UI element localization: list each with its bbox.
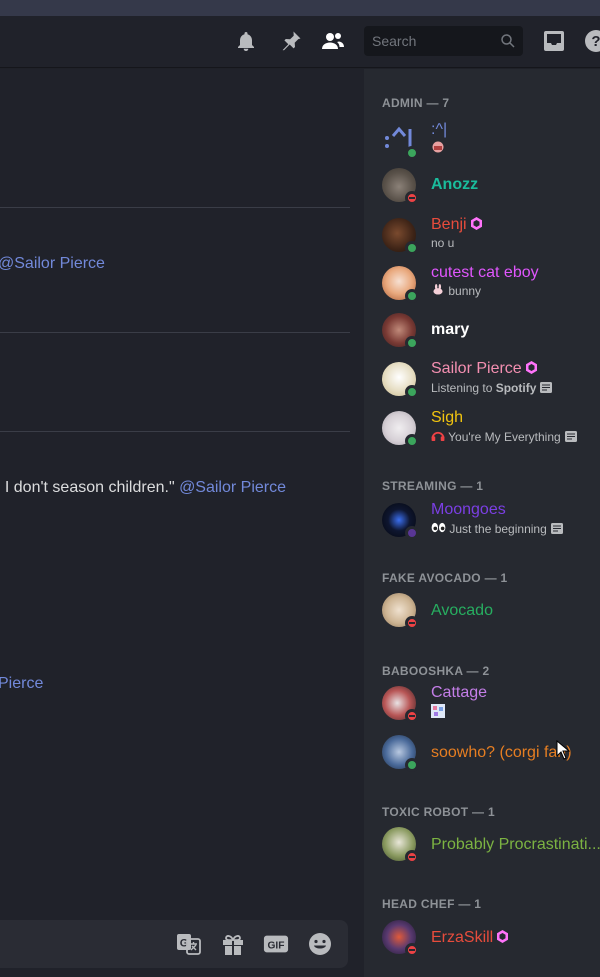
message-line: Pierce <box>0 675 43 693</box>
member-name: Sailor Pierce <box>431 360 522 377</box>
gift-icon[interactable] <box>220 932 246 956</box>
svg-text:?: ? <box>591 33 600 50</box>
section-title: STREAMING — 1 <box>382 479 484 493</box>
search-icon[interactable] <box>499 32 517 50</box>
gif-label: GIF <box>267 941 284 952</box>
message-composer[interactable]: G GIF <box>0 920 348 968</box>
status-online <box>405 336 419 350</box>
member-item[interactable]: Sailor Pierce Listening to Spotify <box>382 358 600 402</box>
member-activity: no u <box>431 236 455 250</box>
status-online <box>405 758 419 772</box>
member-item[interactable]: Sigh You're My Everything <box>382 407 600 451</box>
status-online <box>405 434 419 448</box>
member-item[interactable]: Benji no u <box>382 214 600 258</box>
member-item[interactable]: Avocado <box>382 589 600 633</box>
custom-status-icon <box>431 141 445 156</box>
member-name: Benji <box>431 216 467 233</box>
member-name: soowho? (corgi fan) <box>431 744 572 761</box>
member-name: Moongoes <box>431 501 506 518</box>
member-activity: bunny <box>448 284 482 298</box>
member-name: Sigh <box>431 409 464 426</box>
member-name: ErzaSkill <box>431 929 494 946</box>
server-boost-icon <box>470 217 482 230</box>
member-activity-row: Listening to Spotify <box>431 381 553 395</box>
message-divider <box>0 332 350 333</box>
member-activity-row: You're My Everything <box>431 430 577 444</box>
section-title: ADMIN — 7 <box>382 96 450 110</box>
member-activity: Just the beginning <box>449 522 547 536</box>
section-title: TOXIC ROBOT — 1 <box>382 805 495 819</box>
section-title: HEAD CHEF — 1 <box>382 897 482 911</box>
window-top-strip <box>0 0 600 16</box>
member-name: Anozz <box>431 176 479 193</box>
translate-icon[interactable]: G <box>176 932 202 956</box>
member-activity-row: Just the beginning <box>431 522 563 536</box>
search-box[interactable] <box>364 26 523 56</box>
message-text: . I don't season children." <box>0 479 180 496</box>
member-name: Avocado <box>431 602 493 619</box>
inbox-icon[interactable] <box>542 29 566 53</box>
server-boost-icon <box>497 930 509 943</box>
member-item[interactable]: Moongoes Just the beginning <box>382 499 600 543</box>
member-name: Probably Procrastinati... <box>431 836 600 853</box>
member-item[interactable]: Anozz <box>382 164 600 208</box>
member-item[interactable]: Probably Procrastinati... <box>382 823 600 867</box>
activity-app: Spotify <box>495 381 537 395</box>
headphones-icon <box>431 431 445 441</box>
status-online <box>405 289 419 303</box>
eyes-icon <box>431 522 446 533</box>
mouse-cursor-icon <box>556 740 570 760</box>
member-name-row: Sailor Pierce <box>431 360 537 378</box>
members-icon[interactable] <box>321 29 345 53</box>
status-dnd <box>405 709 419 723</box>
rich-presence-icon[interactable] <box>540 382 553 393</box>
member-activity-row: bunny <box>431 284 481 298</box>
status-dnd <box>405 850 419 864</box>
bunny-icon <box>433 284 443 295</box>
member-item[interactable]: Cattage <box>382 682 600 726</box>
member-item[interactable]: ErzaSkill <box>382 916 600 960</box>
activity-prefix: Listening to <box>431 381 496 395</box>
status-dnd <box>405 616 419 630</box>
bell-icon[interactable] <box>234 29 258 53</box>
member-item[interactable]: mary <box>382 309 600 353</box>
member-name: Cattage <box>431 684 488 701</box>
message-line: . I don't season children." @Sailor Pier… <box>0 479 286 497</box>
member-item[interactable]: cutest cat eboy bunny <box>382 262 600 306</box>
member-name-row: ErzaSkill <box>431 929 509 947</box>
member-name: mary <box>431 321 470 338</box>
status-dnd <box>405 943 419 957</box>
status-online <box>405 241 419 255</box>
emoji-icon[interactable] <box>307 932 333 956</box>
chat-area: @Sailor Pierce . I don't season children… <box>0 69 364 977</box>
section-title: BABOOSHKA — 2 <box>382 664 490 678</box>
pin-icon[interactable] <box>279 29 303 53</box>
message-line: @Sailor Pierce <box>0 255 105 273</box>
server-boost-icon <box>525 361 537 374</box>
status-dnd <box>405 191 419 205</box>
member-activity: You're My Everything <box>448 430 561 444</box>
help-icon[interactable]: ? <box>584 29 600 53</box>
user-mention[interactable]: Pierce <box>0 675 43 692</box>
status-online <box>405 385 419 399</box>
message-divider <box>0 207 350 208</box>
member-name-row: Benji <box>431 216 482 234</box>
rich-presence-icon[interactable] <box>550 523 563 534</box>
custom-status-icon <box>431 704 445 721</box>
section-title: FAKE AVOCADO — 1 <box>382 571 508 585</box>
member-list: ADMIN — 7 :^| Anozz Benji no u cutest ca… <box>364 69 600 977</box>
member-name: :^| <box>431 121 448 138</box>
channel-toolbar: ? <box>0 16 600 68</box>
member-item[interactable]: :^| <box>382 119 600 163</box>
rich-presence-icon[interactable] <box>564 431 577 442</box>
status-online <box>405 146 419 160</box>
user-mention[interactable]: @Sailor Pierce <box>0 255 105 272</box>
status-streaming <box>405 526 419 540</box>
search-input[interactable] <box>364 26 494 56</box>
user-mention[interactable]: @Sailor Pierce <box>179 479 286 496</box>
gif-icon[interactable]: GIF <box>263 932 291 956</box>
member-name: cutest cat eboy <box>431 264 539 281</box>
message-divider <box>0 431 350 432</box>
